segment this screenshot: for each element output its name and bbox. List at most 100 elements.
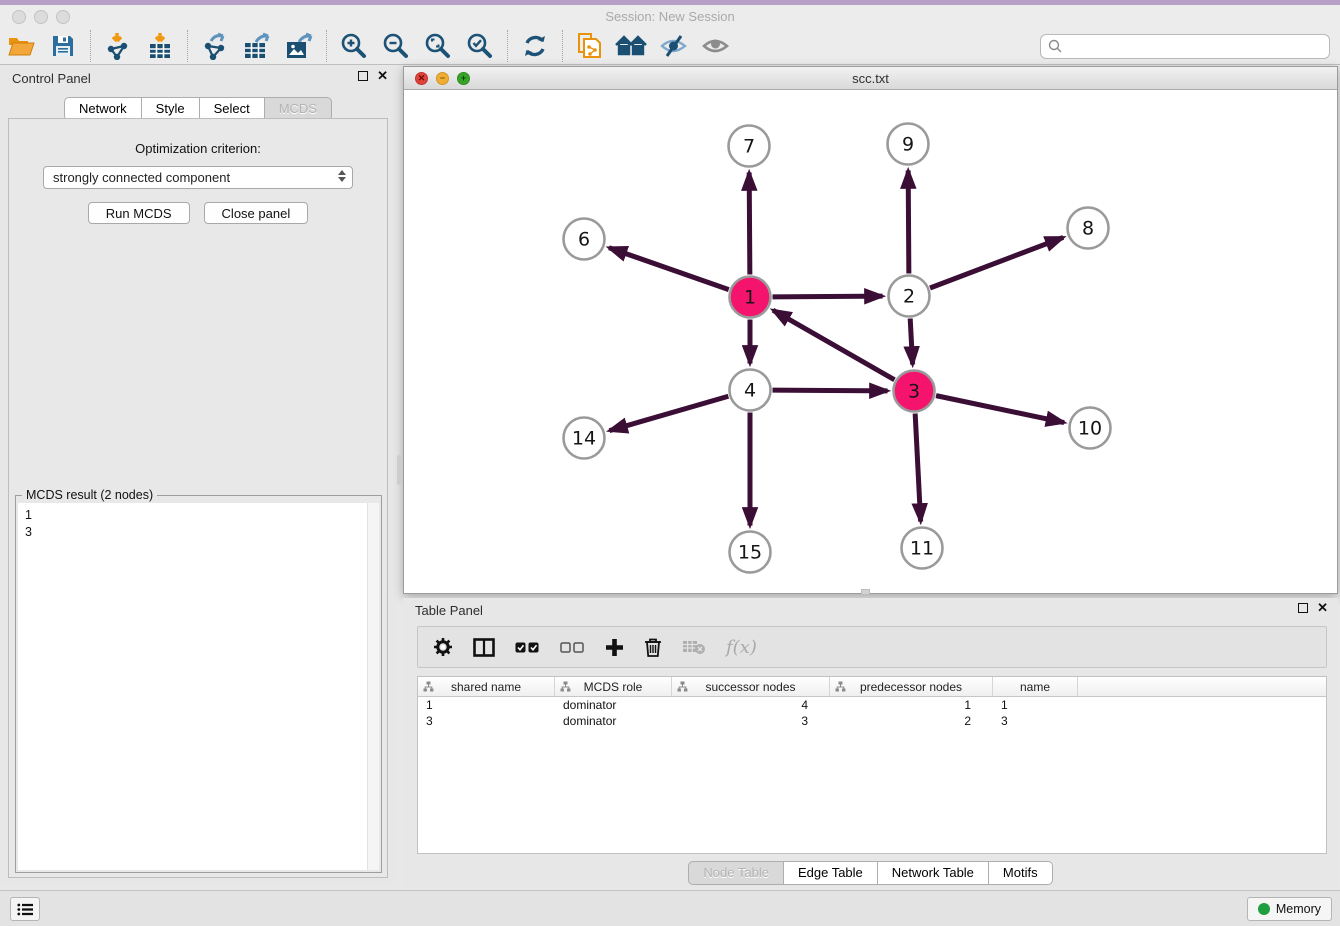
table-row[interactable]: 1dominator411: [418, 697, 1326, 713]
zoom-selected-icon[interactable]: [463, 31, 497, 61]
select-all-icon[interactable]: [515, 642, 540, 653]
memory-label: Memory: [1276, 902, 1321, 916]
edge-2-8[interactable]: [930, 237, 1063, 288]
mcds-result-text[interactable]: 1 3: [18, 503, 379, 870]
import-network-icon[interactable]: [101, 31, 135, 61]
search-input[interactable]: [1040, 34, 1330, 59]
import-table-icon[interactable]: [143, 31, 177, 61]
cell[interactable]: dominator: [555, 713, 672, 729]
clone-network-icon[interactable]: [573, 31, 607, 61]
edge-2-9[interactable]: [908, 170, 909, 273]
apply-layout-icon[interactable]: [518, 31, 552, 61]
column-header-MCDS-role[interactable]: MCDS role: [555, 677, 672, 696]
cell[interactable]: 3: [672, 713, 830, 729]
cell[interactable]: 4: [672, 697, 830, 713]
table-panel: Table Panel ✕ f(x) shared nameMCDS rol: [403, 598, 1338, 888]
table-header[interactable]: shared nameMCDS rolesuccessor nodesprede…: [418, 677, 1326, 697]
deselect-all-icon[interactable]: [560, 642, 585, 653]
edge-3-10[interactable]: [936, 396, 1064, 423]
close-panel-icon[interactable]: ✕: [1317, 603, 1328, 613]
horizontal-split-handle[interactable]: [861, 589, 870, 595]
edge-4-14[interactable]: [609, 396, 728, 430]
edge-1-6[interactable]: [609, 248, 729, 290]
split-pane-icon[interactable]: [473, 638, 495, 657]
node-label-4: 4: [744, 380, 756, 402]
mcds-result-scrollbar[interactable]: [367, 503, 379, 870]
edge-1-7[interactable]: [749, 172, 750, 274]
zoom-out-icon[interactable]: [379, 31, 413, 61]
vertical-split-handle[interactable]: [397, 455, 402, 485]
node-label-1: 1: [744, 287, 756, 309]
cell[interactable]: 1: [993, 697, 1078, 713]
zoom-in-icon[interactable]: [337, 31, 371, 61]
close-panel-button[interactable]: Close panel: [204, 202, 309, 224]
edge-2-3[interactable]: [910, 318, 912, 364]
toolbar-separator: [507, 30, 508, 62]
node-label-10: 10: [1078, 418, 1102, 440]
node-label-11: 11: [910, 538, 934, 560]
cell[interactable]: 2: [830, 713, 993, 729]
network-window-titlebar[interactable]: ✕ − + scc.txt: [404, 67, 1337, 90]
function-builder-icon[interactable]: f(x): [726, 637, 757, 658]
column-header-predecessor-nodes[interactable]: predecessor nodes: [830, 677, 993, 696]
network-window: ✕ − + scc.txt 7968124314101511: [403, 66, 1338, 594]
cell[interactable]: 1: [830, 697, 993, 713]
export-table-icon[interactable]: [240, 31, 274, 61]
node-table[interactable]: shared nameMCDS rolesuccessor nodesprede…: [417, 676, 1327, 854]
delete-table-icon[interactable]: [682, 639, 706, 655]
zoom-fit-icon[interactable]: [421, 31, 455, 61]
memory-button[interactable]: Memory: [1247, 897, 1332, 921]
table-row[interactable]: 3dominator323: [418, 713, 1326, 729]
network-graph[interactable]: 7968124314101511: [404, 90, 1337, 593]
mcds-result-title: MCDS result (2 nodes): [22, 488, 157, 502]
save-session-icon[interactable]: [46, 31, 80, 61]
export-network-icon[interactable]: [198, 31, 232, 61]
criterion-select[interactable]: strongly connected component: [43, 166, 353, 189]
open-session-icon[interactable]: [4, 31, 38, 61]
column-header-filler: [1078, 677, 1326, 696]
window-title: Session: New Session: [0, 9, 1340, 24]
tab-edge-table[interactable]: Edge Table: [783, 861, 878, 885]
table-toolbar: f(x): [417, 626, 1327, 668]
criterion-value: strongly connected component: [53, 170, 230, 185]
column-header-shared-name[interactable]: shared name: [418, 677, 555, 696]
run-mcds-button[interactable]: Run MCDS: [88, 202, 190, 224]
toolbar-separator: [562, 30, 563, 62]
home-icon[interactable]: [615, 31, 649, 61]
toolbar-separator: [187, 30, 188, 62]
edge-4-3[interactable]: [772, 390, 887, 391]
export-image-icon[interactable]: [282, 31, 316, 61]
column-header-name[interactable]: name: [993, 677, 1078, 696]
mcds-result-group: MCDS result (2 nodes) 1 3: [15, 495, 382, 873]
tab-node-table[interactable]: Node Table: [688, 861, 784, 885]
table-body[interactable]: 1dominator4113dominator323: [418, 697, 1326, 729]
edge-3-11[interactable]: [915, 413, 921, 521]
edge-1-2[interactable]: [772, 296, 882, 297]
node-label-3: 3: [908, 381, 920, 403]
float-panel-icon[interactable]: [358, 71, 368, 81]
network-window-title: scc.txt: [404, 71, 1337, 86]
window-titlebar: Session: New Session: [0, 5, 1340, 28]
node-label-15: 15: [738, 542, 762, 564]
table-panel-title: Table Panel: [415, 603, 483, 618]
cell[interactable]: 3: [418, 713, 555, 729]
edge-3-1[interactable]: [773, 310, 894, 380]
close-panel-icon[interactable]: ✕: [377, 71, 388, 81]
cell[interactable]: 3: [993, 713, 1078, 729]
delete-icon[interactable]: [644, 637, 662, 657]
network-canvas[interactable]: 7968124314101511: [404, 90, 1337, 593]
tab-network-table[interactable]: Network Table: [877, 861, 989, 885]
status-bar: Memory: [0, 890, 1340, 926]
show-all-icon[interactable]: [699, 31, 733, 61]
task-history-button[interactable]: [10, 897, 40, 921]
hide-selected-icon[interactable]: [657, 31, 691, 61]
float-panel-icon[interactable]: [1298, 603, 1308, 613]
mcds-panel: Optimization criterion: strongly connect…: [8, 118, 388, 878]
tab-motifs[interactable]: Motifs: [988, 861, 1053, 885]
gear-icon[interactable]: [433, 637, 453, 657]
column-header-successor-nodes[interactable]: successor nodes: [672, 677, 830, 696]
chevron-updown-icon: [338, 170, 346, 182]
cell[interactable]: dominator: [555, 697, 672, 713]
add-icon[interactable]: [605, 638, 624, 657]
cell[interactable]: 1: [418, 697, 555, 713]
